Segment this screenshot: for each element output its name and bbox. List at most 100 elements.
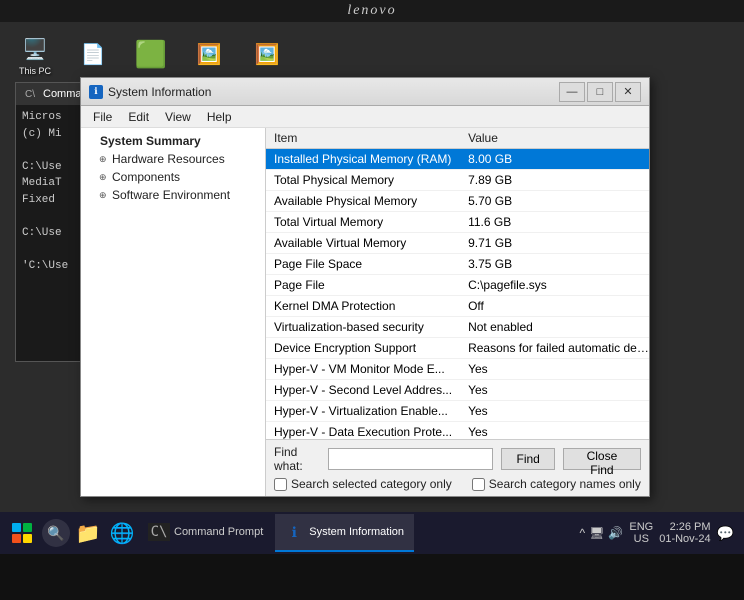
taskbar-right: ^ 🖥 🔊 ENG US 2:26 PM 01-Nov-24 💬 [574, 521, 740, 545]
tree-item-summary[interactable]: System Summary [81, 132, 265, 150]
checkbox-names-label: Search category names only [489, 477, 641, 491]
table-cell-item: Total Physical Memory [266, 170, 460, 191]
table-cell-item: Installed Physical Memory (RAM) [266, 149, 460, 170]
table-row[interactable]: Installed Physical Memory (RAM)8.00 GB [266, 149, 649, 170]
desktop-icon-5[interactable]: 🖼️ [242, 39, 292, 71]
table-cell-item: Available Virtual Memory [266, 233, 460, 254]
sysinfo-window[interactable]: ℹ System Information — □ ✕ File Edit Vie… [80, 77, 650, 497]
table-cell-value: 7.89 GB [460, 170, 649, 191]
menu-help[interactable]: Help [199, 108, 240, 126]
menu-file[interactable]: File [85, 108, 120, 126]
table-cell-value: 9.71 GB [460, 233, 649, 254]
tray-expand-icon[interactable]: ^ [580, 526, 586, 540]
start-button[interactable] [4, 515, 40, 551]
table-row[interactable]: Hyper-V - Virtualization Enable...Yes [266, 401, 649, 422]
expander-software: ⊕ [99, 190, 109, 201]
menu-edit[interactable]: Edit [120, 108, 157, 126]
thispc-label: This PC [19, 66, 51, 76]
table-cell-value: 11.6 GB [460, 212, 649, 233]
sysinfo-icon-inner: ℹ [94, 86, 97, 97]
table-row[interactable]: Available Physical Memory5.70 GB [266, 191, 649, 212]
taskbar-app-cmd[interactable]: C\ Command Prompt [140, 514, 273, 552]
sysinfo-title-icon: ℹ [89, 85, 103, 99]
find-row1: Find what: Find Close Find [274, 445, 641, 473]
start-icon-bl [12, 534, 21, 543]
table-cell-item: Hyper-V - Second Level Addres... [266, 380, 460, 401]
tree-label-summary: System Summary [100, 134, 201, 148]
table-row[interactable]: Page FileC:\pagefile.sys [266, 275, 649, 296]
menu-view[interactable]: View [157, 108, 199, 126]
table-row[interactable]: Hyper-V - VM Monitor Mode E...Yes [266, 359, 649, 380]
table-cell-value: 5.70 GB [460, 191, 649, 212]
col-value: Value [460, 128, 649, 149]
checkbox-selected-category[interactable]: Search selected category only [274, 477, 452, 491]
table-cell-item: Page File [266, 275, 460, 296]
file-icon: 📄 [77, 39, 109, 71]
table-row[interactable]: Hyper-V - Data Execution Prote...Yes [266, 422, 649, 440]
cmd-icon: C\ [22, 88, 38, 101]
start-icon-tr [23, 523, 32, 532]
close-button[interactable]: ✕ [615, 82, 641, 102]
table-row[interactable]: Hyper-V - Second Level Addres...Yes [266, 380, 649, 401]
tray-volume-icon[interactable]: 🔊 [608, 526, 623, 540]
file-explorer-icon: 📁 [76, 521, 101, 546]
notification-icon[interactable]: 💬 [717, 525, 734, 542]
maximize-button[interactable]: □ [587, 82, 613, 102]
checkbox-category-names[interactable]: Search category names only [472, 477, 641, 491]
table-cell-item: Hyper-V - Data Execution Prote... [266, 422, 460, 440]
table-cell-item: Available Physical Memory [266, 191, 460, 212]
close-find-button[interactable]: Close Find [563, 448, 641, 470]
titlebar-left: ℹ System Information [89, 85, 211, 99]
table-cell-value: Yes [460, 359, 649, 380]
taskbar-cmd-label: Command Prompt [174, 526, 263, 538]
clock[interactable]: 2:26 PM 01-Nov-24 [659, 521, 710, 545]
table-row[interactable]: Virtualization-based securityNot enabled [266, 317, 649, 338]
cmd-taskbar-icon: C\ [150, 523, 168, 541]
search-icon: 🔍 [47, 525, 64, 542]
tree-label-hardware: Hardware Resources [112, 152, 225, 166]
desktop-icon-2[interactable]: 📄 [68, 39, 118, 71]
sysinfo-title-text: System Information [108, 85, 211, 99]
table-row[interactable]: Device Encryption SupportReasons for fai… [266, 338, 649, 359]
table-cell-item: Hyper-V - VM Monitor Mode E... [266, 359, 460, 380]
table-cell-value: Yes [460, 401, 649, 422]
folder-icon: 🟩 [135, 39, 167, 71]
desktop-icon-4[interactable]: 🖼️ [184, 39, 234, 71]
tree-item-software[interactable]: ⊕ Software Environment [81, 186, 265, 204]
table-row[interactable]: Kernel DMA ProtectionOff [266, 296, 649, 317]
start-icon-br [23, 534, 32, 543]
image-icon-1: 🖼️ [193, 39, 225, 71]
taskbar-search[interactable]: 🔍 [42, 519, 70, 547]
tree-item-hardware[interactable]: ⊕ Hardware Resources [81, 150, 265, 168]
checkbox-names-input[interactable] [472, 478, 485, 491]
table-cell-item: Page File Space [266, 254, 460, 275]
find-input[interactable] [328, 448, 493, 470]
sysinfo-titlebar: ℹ System Information — □ ✕ [81, 78, 649, 106]
tree-item-components[interactable]: ⊕ Components [81, 168, 265, 186]
clock-time: 2:26 PM [670, 521, 711, 533]
table-row[interactable]: Page File Space3.75 GB [266, 254, 649, 275]
desktop-icon-thispc[interactable]: 🖥️ This PC [10, 34, 60, 76]
taskbar-chrome[interactable]: 🌐 [106, 517, 138, 549]
table-cell-value: 3.75 GB [460, 254, 649, 275]
table-row[interactable]: Total Virtual Memory11.6 GB [266, 212, 649, 233]
expander-hardware: ⊕ [99, 154, 109, 165]
checkbox-selected-input[interactable] [274, 478, 287, 491]
sysinfo-content: System Summary ⊕ Hardware Resources ⊕ Co… [81, 128, 649, 496]
table-cell-item: Total Virtual Memory [266, 212, 460, 233]
table-cell-value: Yes [460, 422, 649, 440]
expander-components: ⊕ [99, 172, 109, 183]
taskbar-sysinfo-label: System Information [309, 526, 404, 538]
clock-date: 01-Nov-24 [659, 533, 710, 545]
desktop-icon-3[interactable]: 🟩 [126, 39, 176, 71]
table-row[interactable]: Total Physical Memory7.89 GB [266, 170, 649, 191]
menu-bar: File Edit View Help [81, 106, 649, 128]
find-button[interactable]: Find [501, 448, 554, 470]
minimize-button[interactable]: — [559, 82, 585, 102]
taskbar-app-sysinfo[interactable]: ℹ System Information [275, 514, 414, 552]
table-row[interactable]: Available Virtual Memory9.71 GB [266, 233, 649, 254]
find-row2: Search selected category only Search cat… [274, 477, 641, 491]
cmd-icon-symbol: C\ [148, 523, 171, 541]
right-panel-wrapper[interactable]: Item Value Installed Physical Memory (RA… [266, 128, 649, 439]
taskbar-file-explorer[interactable]: 📁 [72, 517, 104, 549]
